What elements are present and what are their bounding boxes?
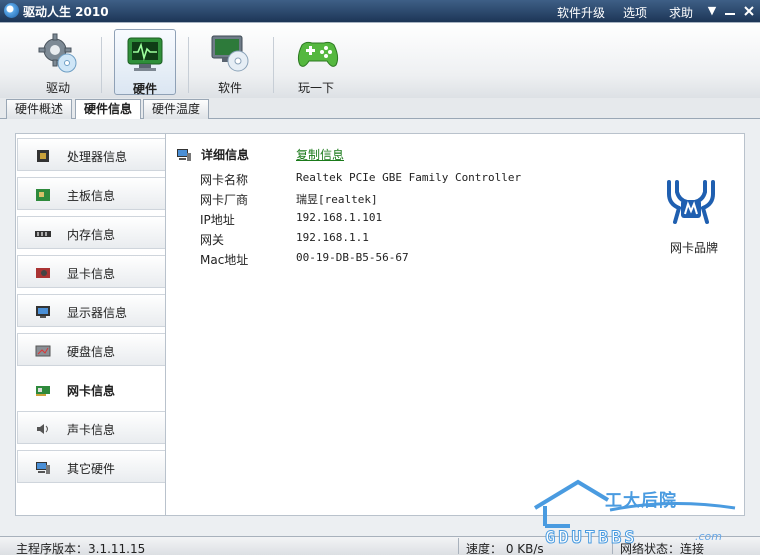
detail-key: 网关: [200, 233, 225, 247]
harddisk-icon: [35, 344, 51, 357]
status-network: 网络状态：连接: [620, 542, 705, 555]
toolbar-divider: [273, 37, 274, 93]
sidebar-item-graphics[interactable]: 显卡信息: [17, 255, 165, 288]
sidebar-item-label: 处理器信息: [67, 150, 128, 164]
status-divider: [612, 538, 613, 554]
network-computer-icon: [176, 148, 192, 162]
detail-key: 网卡厂商: [200, 193, 249, 207]
status-bar: 主程序版本：3.1.11.15 速度： 0 KB/s 网络状态：连接: [0, 536, 760, 555]
app-title: 驱动人生 2010: [23, 5, 109, 19]
cpu-icon: [35, 149, 51, 162]
toolbar-label: 硬件: [132, 82, 157, 96]
toolbar-label: 驱动: [45, 81, 70, 95]
sidebar-item-label: 网卡信息: [67, 384, 116, 398]
speaker-icon: [35, 422, 51, 435]
sidebar-item-label: 声卡信息: [67, 423, 116, 437]
detail-value: Realtek PCIe GBE Family Controller: [296, 171, 522, 184]
minimize-icon[interactable]: [722, 3, 738, 19]
sidebar-item-harddisk[interactable]: 硬盘信息: [17, 333, 165, 366]
toolbar-driver-button[interactable]: 驱动: [27, 29, 89, 95]
main-toolbar: 驱动 硬件 软件 玩一下: [0, 22, 760, 98]
sidebar-item-label: 硬盘信息: [67, 345, 116, 359]
sidebar-item-motherboard[interactable]: 主板信息: [17, 177, 165, 210]
close-icon[interactable]: [741, 3, 757, 19]
memory-icon: [35, 227, 51, 240]
dropdown-arrow-icon[interactable]: ▼: [704, 3, 720, 19]
sidebar-item-other-hardware[interactable]: 其它硬件: [17, 450, 165, 483]
menu-help[interactable]: 求助: [669, 4, 693, 21]
sidebar-item-label: 显卡信息: [67, 267, 116, 281]
tab-hardware-temperature[interactable]: 硬件温度: [143, 99, 210, 119]
detail-value: 瑞昱[realtek]: [296, 193, 378, 206]
tab-hardware-info[interactable]: 硬件信息: [75, 99, 142, 120]
sidebar-item-memory[interactable]: 内存信息: [17, 216, 165, 249]
detail-key: 网卡名称: [200, 173, 249, 187]
toolbar-label: 玩一下: [297, 81, 334, 95]
status-divider: [458, 538, 459, 554]
detail-key: Mac地址: [200, 253, 249, 267]
hardware-sidebar: 处理器信息 主板信息 内存信息 显卡信息 显示器信息 硬盘信息 网卡信息 声卡信…: [16, 134, 166, 515]
gamepad-icon: [296, 33, 339, 73]
network-card-icon: [35, 383, 51, 396]
toolbar-label: 软件: [217, 81, 242, 95]
title-bar: 驱动人生 2010 软件升级 选项 求助 ▼: [0, 0, 760, 22]
toolbar-hardware-button[interactable]: 硬件: [114, 29, 176, 96]
gear-cd-icon: [38, 33, 78, 73]
computer-icon: [35, 461, 51, 474]
status-speed: 速度： 0 KB/s: [466, 542, 544, 555]
sidebar-item-sound-card[interactable]: 声卡信息: [17, 411, 165, 444]
detail-value: 192.168.1.1: [296, 231, 369, 244]
menu-options[interactable]: 选项: [623, 4, 647, 21]
detail-key: IP地址: [200, 213, 235, 227]
tab-hardware-overview[interactable]: 硬件概述: [6, 99, 73, 119]
detail-title: 详细信息: [201, 148, 250, 162]
toolbar-software-button[interactable]: 软件: [199, 29, 261, 95]
sidebar-item-label: 内存信息: [67, 228, 116, 242]
status-version: 主程序版本：3.1.11.15: [16, 542, 146, 555]
app-logo-icon: [4, 3, 19, 18]
tab-bar: 硬件概述 硬件信息 硬件温度: [0, 98, 760, 120]
monitor-icon: [35, 305, 51, 318]
sidebar-item-label: 其它硬件: [67, 462, 116, 476]
detail-value: 192.168.1.101: [296, 211, 383, 224]
monitor-disc-icon: [210, 33, 250, 73]
copy-info-link[interactable]: 复制信息: [296, 146, 344, 163]
toolbar-divider: [188, 37, 189, 93]
main-panel: 处理器信息 主板信息 内存信息 显卡信息 显示器信息 硬盘信息 网卡信息 声卡信…: [0, 119, 760, 536]
content-frame: 处理器信息 主板信息 内存信息 显卡信息 显示器信息 硬盘信息 网卡信息 声卡信…: [15, 133, 745, 516]
sidebar-item-monitor[interactable]: 显示器信息: [17, 294, 165, 327]
toolbar-divider: [101, 37, 102, 93]
monitor-pulse-icon: [125, 34, 165, 74]
menu-upgrade[interactable]: 软件升级: [557, 4, 605, 21]
sidebar-item-label: 主板信息: [67, 189, 116, 203]
brand-label: 网卡品牌: [670, 241, 719, 255]
realtek-logo-icon: [661, 178, 721, 230]
motherboard-icon: [35, 188, 51, 201]
sidebar-item-cpu[interactable]: 处理器信息: [17, 138, 165, 171]
detail-panel: 详细信息 复制信息 网卡名称 Realtek PCIe GBE Family C…: [176, 144, 736, 504]
sidebar-item-network-card[interactable]: 网卡信息: [17, 372, 165, 405]
detail-value: 00-19-DB-B5-56-67: [296, 251, 409, 264]
graphics-card-icon: [35, 266, 51, 279]
sidebar-item-label: 显示器信息: [67, 306, 128, 320]
toolbar-game-button[interactable]: 玩一下: [285, 29, 347, 95]
